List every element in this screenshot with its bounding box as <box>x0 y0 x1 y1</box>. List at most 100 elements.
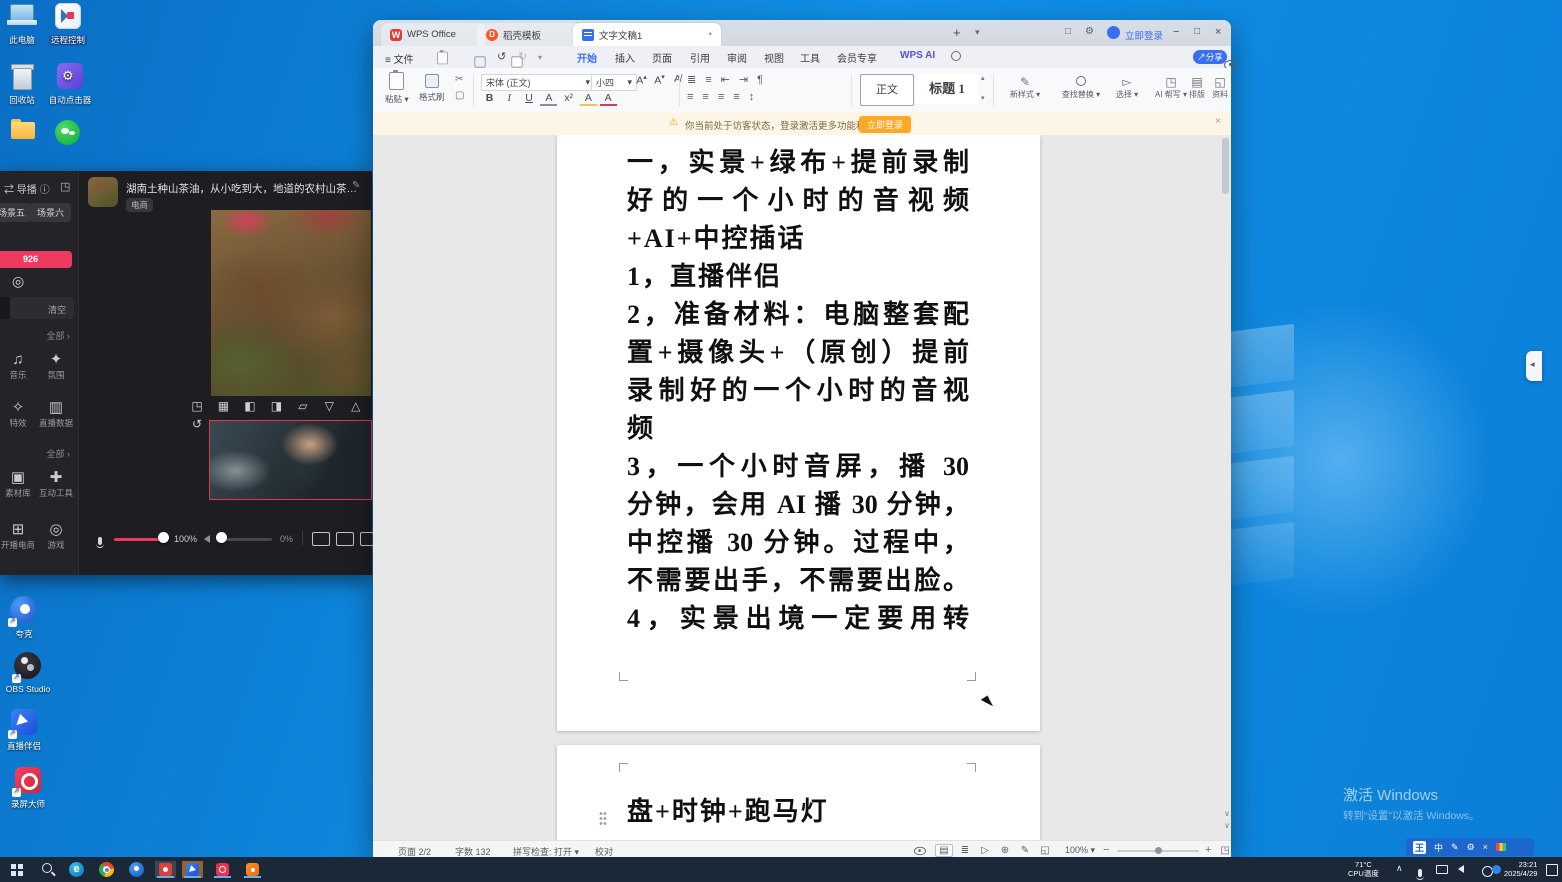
desktop-icon-recorder[interactable]: 录屏大师 <box>0 766 56 810</box>
start-button[interactable] <box>8 861 25 878</box>
save-icon[interactable] <box>437 52 448 65</box>
minimize-button[interactable]: − <box>1173 26 1179 38</box>
numbering-icon[interactable]: ≡ <box>705 74 720 86</box>
zoom-slider-knob[interactable] <box>1155 847 1162 854</box>
cpu-temp-widget[interactable]: 71°C CPU温度 <box>1348 861 1379 878</box>
zoom-percent[interactable]: 100% ▾ <box>1065 845 1095 856</box>
search-icon[interactable] <box>951 51 961 61</box>
vertical-scrollbar-thumb[interactable] <box>1222 138 1229 194</box>
section-all[interactable]: 全部 › <box>46 329 70 342</box>
desktop-icon-folder[interactable] <box>0 116 48 148</box>
taskbar-app-orange[interactable] <box>242 861 263 878</box>
print-icon[interactable] <box>474 56 485 67</box>
move-down-icon[interactable]: ▽ <box>318 399 340 413</box>
preview-video-main[interactable] <box>211 210 371 396</box>
flip-vertical-icon[interactable]: ◨ <box>265 399 287 413</box>
align-right-icon[interactable]: ≡ <box>718 91 733 103</box>
fullscreen-icon[interactable]: ◳ <box>186 399 208 413</box>
ribbon-tab-insert[interactable]: 插入 <box>615 50 635 65</box>
tray-microphone-icon[interactable] <box>1418 869 1422 877</box>
ribbon-tab-page[interactable]: 页面 <box>652 50 672 65</box>
indent-icon[interactable]: ⇥ <box>739 74 757 86</box>
scroll-page-down-chevron-icon[interactable]: ∨ <box>1224 821 1230 830</box>
style-heading-1[interactable]: 标题 1 <box>916 74 978 104</box>
style-gallery-up-icon[interactable]: ▴ <box>981 74 985 82</box>
tab-wps-ai[interactable]: WPS AI <box>900 50 935 61</box>
slide-out-handle[interactable]: ◂ <box>1526 351 1542 381</box>
taskbar-recorder[interactable] <box>212 861 233 878</box>
swap-icon[interactable]: ⇄ <box>4 185 14 196</box>
tool-music[interactable]: ♫ 音乐 <box>0 351 36 381</box>
ime-settings-icon[interactable]: ⚙ <box>1467 842 1475 853</box>
reset-icon[interactable]: ↺ <box>186 417 208 431</box>
tool-media-library[interactable]: ▣ 素材库 <box>0 469 36 499</box>
paragraph-mark-icon[interactable]: ¶ <box>757 74 772 86</box>
more-commands-chevron-icon[interactable]: ▾ <box>538 53 542 62</box>
select-all-icon[interactable]: ▢ <box>455 90 464 101</box>
ribbon-tab-tools[interactable]: 工具 <box>800 50 820 65</box>
zoom-out-icon[interactable]: − <box>1103 844 1109 856</box>
clear-button[interactable]: 清空 <box>48 303 66 316</box>
close-button[interactable]: × <box>1215 26 1221 38</box>
paragraph-drag-handle[interactable] <box>599 811 607 825</box>
clock-widget[interactable]: 23:21 2025/4/29 <box>1504 861 1537 878</box>
tray-speaker-icon[interactable] <box>1458 865 1464 873</box>
typeset-button[interactable]: ▤ 排版 <box>1185 75 1209 100</box>
tool-effects[interactable]: ✧ 特效 <box>0 399 36 429</box>
popout-icon[interactable]: ◳ <box>60 180 70 193</box>
taskbar-edge[interactable]: e <box>68 861 85 878</box>
ime-keyboard-icon[interactable] <box>1496 843 1506 851</box>
preview-video-selected[interactable] <box>209 420 372 500</box>
taskbar-search-button[interactable] <box>40 861 57 878</box>
page-view-icon[interactable]: ▤ <box>935 844 953 857</box>
ribbon-tab-home[interactable]: 开始 <box>577 50 597 70</box>
page1-text[interactable]: 一，实景+绿布+提前录制 好的一个小时的音视频 +AI+中控插话 1，直播伴侣 … <box>627 144 969 638</box>
file-menu[interactable]: ≡ 文件 <box>385 51 414 66</box>
fullscreen-icon[interactable]: ◳ <box>1217 845 1233 856</box>
ribbon-tab-member[interactable]: 会员专享 <box>837 50 877 65</box>
edit-icon[interactable]: ✎ <box>352 180 360 191</box>
style-normal[interactable]: 正文 <box>860 74 914 106</box>
scroll-down-chevron-icon[interactable]: ∨ <box>1224 809 1230 818</box>
tab-document-1[interactable]: 文字文稿1 • <box>573 23 721 46</box>
outline-view-icon[interactable]: ≣ <box>957 845 973 856</box>
doc-line[interactable]: 盘+时钟+跑马灯 <box>627 793 969 831</box>
clear-format-icon[interactable]: A̸ <box>669 73 686 85</box>
tray-bluetooth-dot-icon[interactable] <box>1492 865 1501 874</box>
info-icon[interactable]: ⓘ <box>40 185 50 196</box>
tray-expand-chevron-icon[interactable]: ∧ <box>1396 863 1403 874</box>
play-slideshow-icon[interactable]: ▷ <box>977 845 993 856</box>
ime-wubi-indicator[interactable]: 王 <box>1413 841 1426 854</box>
action-center-icon[interactable] <box>1546 864 1558 876</box>
tray-display-icon[interactable] <box>1436 865 1448 874</box>
tool-live-stats[interactable]: ▥ 直播数据 <box>38 399 74 429</box>
mic-slider-knob[interactable] <box>158 532 169 543</box>
bullets-icon[interactable]: ≣ <box>687 74 705 86</box>
align-center-icon[interactable]: ≡ <box>702 91 717 103</box>
taskbar-app-red[interactable] <box>155 861 176 878</box>
camera-icon[interactable] <box>336 532 354 546</box>
grid-icon[interactable]: ▦ <box>212 399 234 413</box>
taskbar-chrome[interactable] <box>98 861 115 878</box>
ribbon-tab-view[interactable]: 视图 <box>764 50 784 65</box>
align-left-icon[interactable]: ≡ <box>687 91 702 103</box>
scene-tab-active[interactable]: 场景六 <box>30 203 71 222</box>
font-color-button[interactable]: A <box>600 92 617 106</box>
tool-games[interactable]: ◎ 游戏 <box>38 521 74 551</box>
font-name-select[interactable]: 宋体 (正文)▾ <box>481 74 595 91</box>
record-icon[interactable] <box>312 532 330 546</box>
format-painter-button[interactable]: 格式刷 <box>419 74 445 103</box>
italic-button[interactable]: I <box>501 93 518 104</box>
underline-button[interactable]: U <box>521 92 538 104</box>
ribbon-tab-reference[interactable]: 引用 <box>690 50 710 65</box>
outdent-icon[interactable]: ⇤ <box>721 74 739 86</box>
strike-button[interactable]: A <box>540 92 557 106</box>
ime-pen-icon[interactable]: ✎ <box>1451 842 1459 853</box>
maximize-button[interactable]: □ <box>1194 26 1200 37</box>
desktop-icon-quark[interactable]: 夸克 <box>0 596 48 640</box>
live-count-bar[interactable]: 926 <box>0 251 72 268</box>
desktop-icon-wechat[interactable] <box>44 118 92 150</box>
notice-login-button[interactable]: 立即登录 <box>859 116 911 133</box>
desktop-icon-recycle-bin[interactable]: 回收站 <box>0 62 46 106</box>
font-size-select[interactable]: 小四▾ <box>591 74 637 91</box>
